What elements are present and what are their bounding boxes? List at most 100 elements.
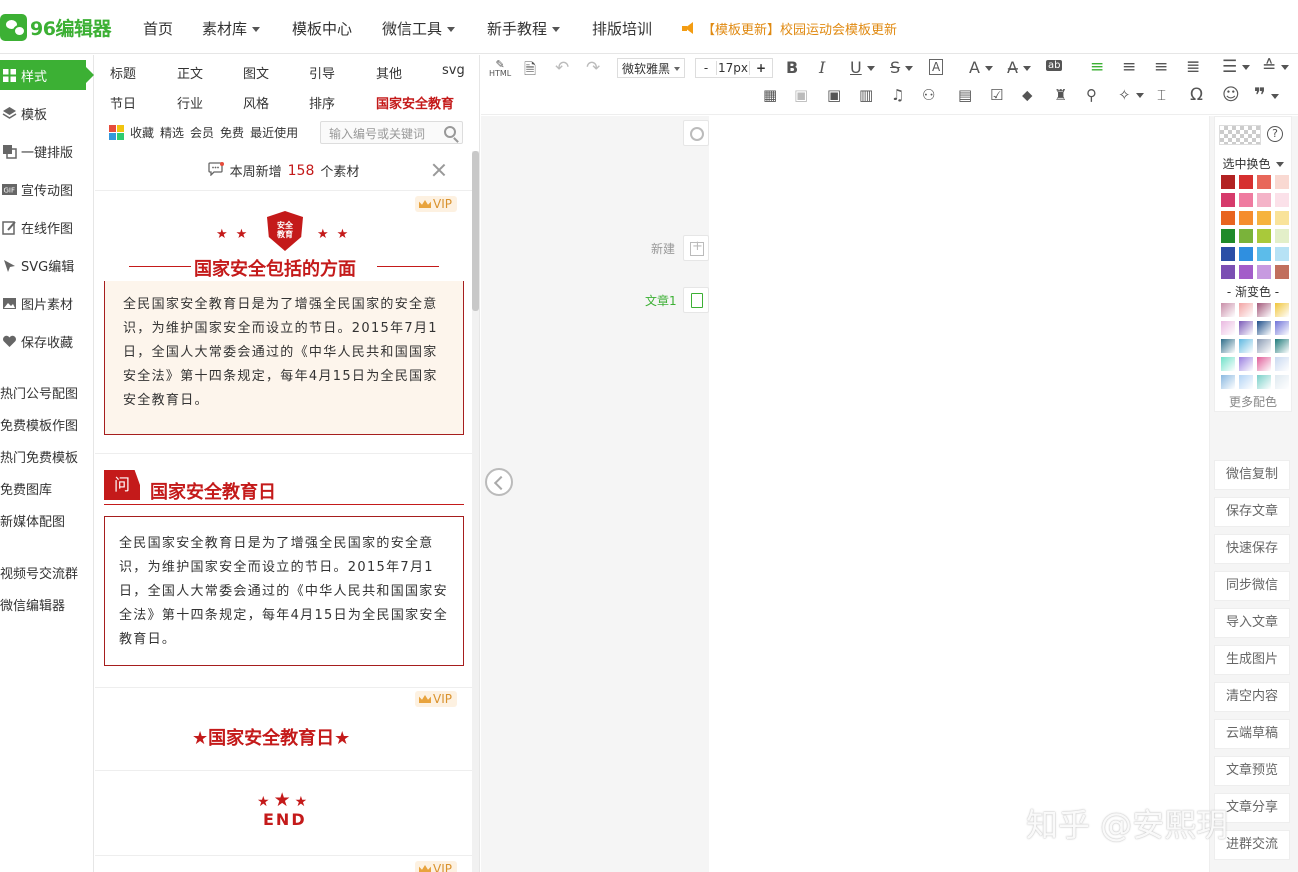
color-swatch[interactable] bbox=[1275, 247, 1289, 261]
category-sort[interactable]: 排序 bbox=[309, 93, 335, 112]
color-swatch[interactable] bbox=[1275, 357, 1289, 371]
nav-materials[interactable]: 素材库 bbox=[202, 18, 261, 39]
strikethrough-icon[interactable]: S bbox=[890, 58, 914, 77]
unlink-icon[interactable]: ⚲ bbox=[1086, 86, 1097, 104]
color-swatch[interactable] bbox=[1239, 175, 1253, 189]
notice-banner[interactable]: 【模板更新】校园运动会模板更新 bbox=[682, 19, 897, 38]
font-family-select[interactable]: 微软雅黑 bbox=[617, 58, 685, 78]
color-swatch[interactable] bbox=[1221, 247, 1235, 261]
sidebar-item-one-click[interactable]: 一键排版 bbox=[0, 136, 94, 166]
action-button[interactable]: 导入文章 bbox=[1214, 608, 1290, 638]
panel-scrollbar[interactable] bbox=[472, 151, 479, 872]
filter-featured[interactable]: 精选 bbox=[160, 124, 184, 141]
font-color-icon[interactable]: A bbox=[969, 58, 993, 77]
collapse-panel-button[interactable] bbox=[485, 468, 513, 496]
search-input[interactable]: 输入编号或关键词 bbox=[320, 121, 463, 144]
sidebar-link-free-gallery[interactable]: 免费图库 bbox=[0, 479, 52, 498]
highlight-icon[interactable]: ab bbox=[1046, 60, 1063, 71]
action-button[interactable]: 同步微信 bbox=[1214, 571, 1290, 601]
html-icon[interactable]: ✎ HTML bbox=[489, 59, 511, 78]
color-swatch[interactable] bbox=[1275, 375, 1289, 389]
music-icon[interactable]: ♫ bbox=[891, 86, 904, 104]
filter-member[interactable]: 会员 bbox=[190, 124, 214, 141]
nav-wechat-tools[interactable]: 微信工具 bbox=[382, 18, 456, 39]
sidebar-link-hot-free-templates[interactable]: 热门免费模板 bbox=[0, 447, 78, 466]
sidebar-item-styles[interactable]: 样式 bbox=[0, 60, 94, 90]
category-industry[interactable]: 行业 bbox=[177, 93, 203, 112]
new-article-button[interactable] bbox=[683, 235, 709, 261]
category-title[interactable]: 标题 bbox=[110, 63, 136, 82]
article-1-icon[interactable] bbox=[683, 287, 709, 313]
color-swatch[interactable] bbox=[1275, 303, 1289, 317]
bold-icon[interactable]: B bbox=[786, 58, 798, 77]
color-swatch[interactable] bbox=[1257, 265, 1271, 279]
color-swatch[interactable] bbox=[1257, 321, 1271, 335]
help-icon[interactable]: ? bbox=[1267, 126, 1283, 142]
color-swatch[interactable] bbox=[1239, 265, 1253, 279]
scrollbar-thumb[interactable] bbox=[472, 151, 479, 311]
action-button[interactable]: 生成图片 bbox=[1214, 645, 1290, 675]
sidebar-item-favorites[interactable]: 保存收藏 bbox=[0, 326, 94, 356]
italic-icon[interactable]: I bbox=[819, 58, 825, 77]
template-card-title-stars[interactable]: VIP ★国家安全教育日★ bbox=[95, 688, 472, 771]
color-swatch[interactable] bbox=[1221, 339, 1235, 353]
template-card-end[interactable]: ★★★ END bbox=[95, 771, 472, 856]
color-swatch[interactable] bbox=[1257, 303, 1271, 317]
color-swatch[interactable] bbox=[1221, 193, 1235, 207]
sidebar-item-svg[interactable]: SVG编辑 bbox=[0, 250, 94, 280]
undo-icon[interactable]: ↶ bbox=[555, 58, 569, 78]
font-size-increase[interactable]: + bbox=[750, 61, 772, 75]
color-swatch[interactable] bbox=[1239, 339, 1253, 353]
nav-templates[interactable]: 模板中心 bbox=[292, 18, 352, 39]
color-swatch[interactable] bbox=[1221, 175, 1235, 189]
color-swatch[interactable] bbox=[1239, 211, 1253, 225]
font-size-decrease[interactable]: - bbox=[696, 61, 716, 75]
color-swatch[interactable] bbox=[1257, 193, 1271, 207]
action-button[interactable]: 清空内容 bbox=[1214, 682, 1290, 712]
editor-canvas[interactable] bbox=[709, 116, 1209, 872]
sidebar-link-wechat-editor[interactable]: 微信编辑器 bbox=[0, 595, 65, 614]
color-swatch[interactable] bbox=[1239, 303, 1253, 317]
color-swatch[interactable] bbox=[1221, 211, 1235, 225]
category-national-security[interactable]: 国家安全教育 bbox=[376, 93, 454, 112]
logo[interactable]: 96编辑器 bbox=[0, 14, 111, 41]
nav-tutorial[interactable]: 新手教程 bbox=[487, 18, 561, 39]
sidebar-item-gif[interactable]: GIF 宣传动图 bbox=[0, 174, 94, 204]
color-swatch[interactable] bbox=[1239, 229, 1253, 243]
action-button[interactable]: 微信复制 bbox=[1214, 460, 1290, 490]
color-swatch[interactable] bbox=[1221, 265, 1235, 279]
color-swatch[interactable] bbox=[1257, 357, 1271, 371]
color-swatch[interactable] bbox=[1275, 321, 1289, 335]
filter-free[interactable]: 免费 bbox=[220, 124, 244, 141]
color-swatch[interactable] bbox=[1221, 229, 1235, 243]
action-button[interactable]: 文章预览 bbox=[1214, 756, 1290, 786]
action-button[interactable]: 保存文章 bbox=[1214, 497, 1290, 527]
color-swatch[interactable] bbox=[1275, 175, 1289, 189]
align-center-icon[interactable]: ≡ bbox=[1122, 57, 1136, 77]
action-button[interactable]: 云端草稿 bbox=[1214, 719, 1290, 749]
user-card-icon[interactable]: ⚇ bbox=[922, 86, 935, 104]
line-spacing-icon[interactable]: ☰ bbox=[1222, 57, 1251, 77]
color-swatch[interactable] bbox=[1275, 265, 1289, 279]
font-size-stepper[interactable]: - 17px + bbox=[695, 58, 773, 78]
close-icon[interactable] bbox=[432, 163, 446, 177]
color-swatch[interactable] bbox=[1275, 211, 1289, 225]
article-1-label[interactable]: 文章1 bbox=[645, 292, 677, 309]
sidebar-link-video-group[interactable]: 视频号交流群 bbox=[0, 563, 78, 582]
category-svg[interactable]: svg bbox=[442, 63, 465, 78]
color-swatch[interactable] bbox=[1221, 303, 1235, 317]
select-recolor[interactable]: 选中换色 bbox=[1215, 155, 1291, 172]
paste-icon[interactable]: ▤ bbox=[958, 86, 972, 104]
color-swatch[interactable] bbox=[1239, 321, 1253, 335]
sidebar-link-new-media-images[interactable]: 新媒体配图 bbox=[0, 511, 65, 530]
border-text-icon[interactable]: A bbox=[929, 59, 944, 75]
magic-icon[interactable]: ✧ bbox=[1118, 86, 1144, 104]
underline-icon[interactable]: U bbox=[850, 58, 875, 77]
nav-training[interactable]: 排版培训 bbox=[592, 18, 652, 39]
color-swatch[interactable] bbox=[1239, 247, 1253, 261]
align-left-icon[interactable]: ≡ bbox=[1090, 57, 1104, 77]
color-swatch[interactable] bbox=[1221, 357, 1235, 371]
color-swatch[interactable] bbox=[1257, 175, 1271, 189]
category-guide[interactable]: 引导 bbox=[309, 63, 335, 82]
sidebar-link-hot-images[interactable]: 热门公号配图 bbox=[0, 383, 78, 402]
